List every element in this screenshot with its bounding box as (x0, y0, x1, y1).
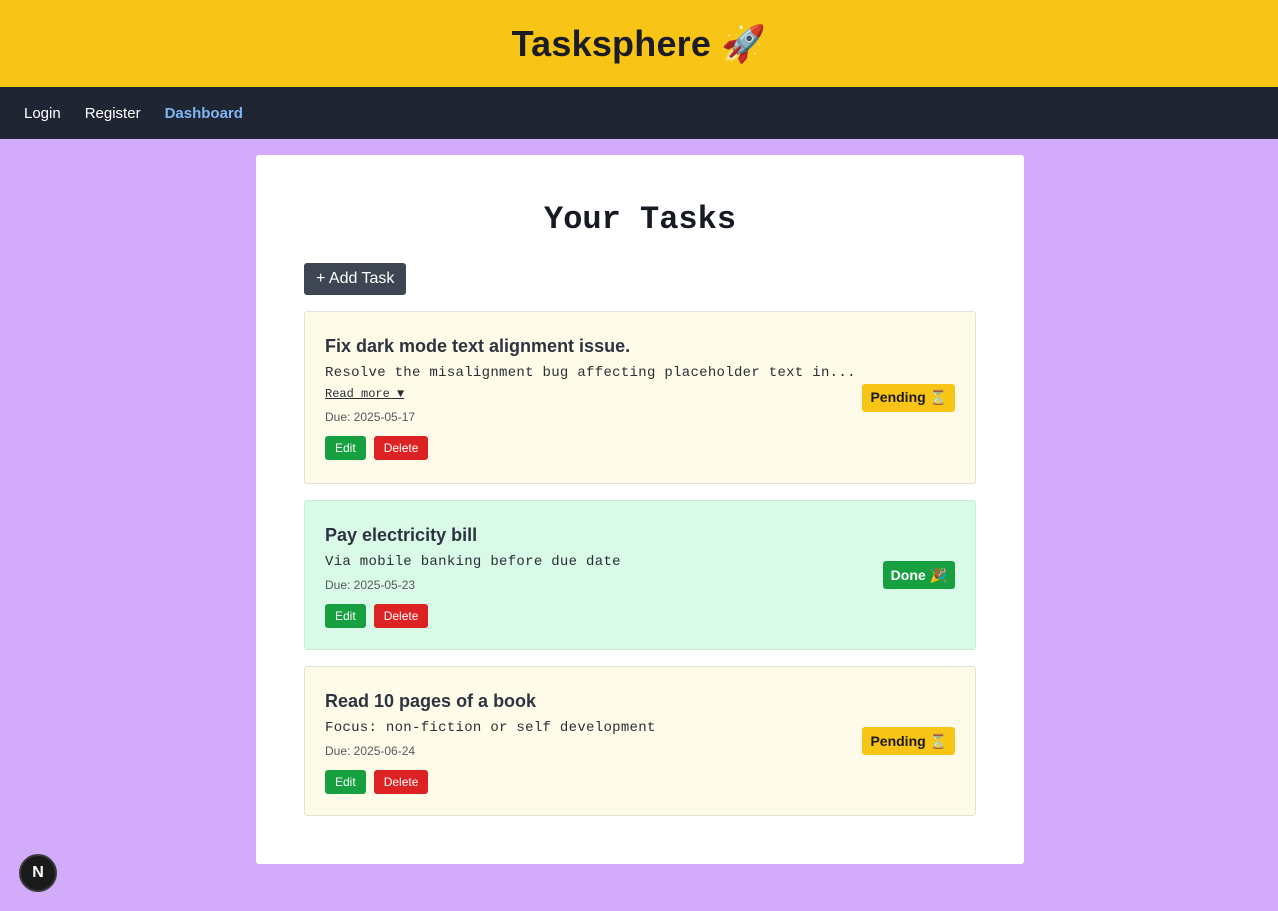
edit-button[interactable]: Edit (325, 770, 366, 794)
task-due-date: Due: 2025-06-24 (325, 744, 416, 758)
app-title: Tasksphere 🚀 (511, 22, 767, 64)
top-nav: Login Register Dashboard (0, 87, 1278, 139)
task-description: Via mobile banking before due date (325, 554, 621, 570)
task-description: Resolve the misalignment bug affecting p… (325, 365, 856, 381)
task-title: Fix dark mode text alignment issue. (325, 336, 631, 356)
task-card: Fix dark mode text alignment issue. Reso… (304, 311, 976, 484)
edit-button[interactable]: Edit (325, 604, 366, 628)
add-task-button[interactable]: + Add Task (304, 263, 407, 295)
task-due-date: Due: 2025-05-17 (325, 410, 416, 424)
task-due-date: Due: 2025-05-23 (325, 578, 416, 592)
task-actions: Edit Delete (325, 604, 955, 628)
task-card: Read 10 pages of a book Focus: non-ficti… (304, 666, 976, 816)
delete-button[interactable]: Delete (373, 436, 429, 460)
dev-tools-button[interactable]: N (19, 854, 57, 892)
status-badge: Pending ⏳ (862, 383, 955, 412)
status-badge: Done 🎉 (882, 561, 955, 589)
nav-login-link[interactable]: Login (24, 105, 61, 122)
task-card: Pay electricity bill Via mobile banking … (304, 500, 976, 650)
task-title: Pay electricity bill (325, 525, 478, 545)
page-title: Your Tasks (543, 201, 737, 238)
tasks-panel: Your Tasks + Add Task Fix dark mode text… (256, 155, 1024, 864)
read-more-toggle[interactable]: Read more ▼ (325, 387, 404, 401)
nav-register-link[interactable]: Register (85, 105, 141, 122)
task-actions: Edit Delete (325, 770, 955, 794)
edit-button[interactable]: Edit (325, 436, 366, 460)
delete-button[interactable]: Delete (373, 770, 429, 794)
task-actions: Edit Delete (325, 436, 955, 460)
task-description: Focus: non-fiction or self development (325, 720, 656, 736)
status-badge: Pending ⏳ (862, 727, 955, 755)
task-title: Read 10 pages of a book (325, 691, 537, 711)
app-header: Tasksphere 🚀 (0, 0, 1278, 87)
delete-button[interactable]: Delete (373, 604, 429, 628)
nav-dashboard-link[interactable]: Dashboard (165, 105, 243, 122)
